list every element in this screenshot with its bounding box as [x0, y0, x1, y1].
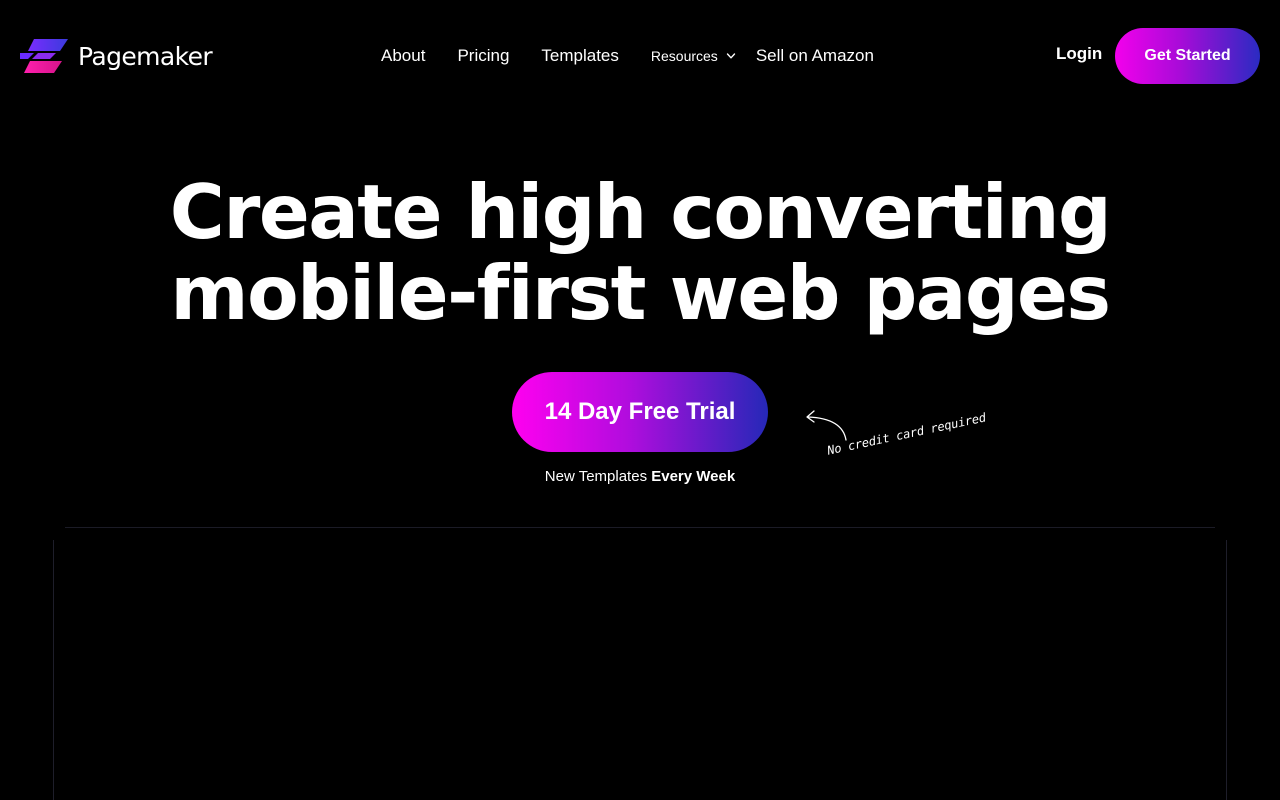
preview-frame	[53, 540, 1227, 800]
free-trial-button[interactable]: 14 Day Free Trial	[512, 372, 768, 452]
nav-about[interactable]: About	[381, 46, 425, 66]
login-link[interactable]: Login	[1056, 44, 1102, 64]
logo-wordmark: Pagemaker	[78, 41, 213, 71]
hero-title-line-1: Create high converting	[169, 168, 1112, 256]
chevron-down-icon	[726, 53, 736, 59]
tagline-emphasis: Every Week	[651, 468, 736, 485]
templates-tagline: New Templates Every Week	[0, 468, 1280, 485]
landing-page: Pagemaker About Pricing Templates Resour…	[0, 0, 1280, 800]
get-started-button[interactable]: Get Started	[1115, 28, 1260, 84]
nav-resources-label: Resources	[650, 48, 718, 64]
hero-title: Create high converting mobile-first web …	[0, 172, 1280, 334]
tagline-prefix: New Templates	[544, 468, 652, 485]
pagemaker-logo-icon	[20, 39, 68, 73]
logo-link[interactable]: Pagemaker	[20, 38, 213, 74]
nav-pricing[interactable]: Pricing	[457, 46, 509, 66]
section-divider	[65, 527, 1215, 528]
hero-title-line-2: mobile-first web pages	[170, 249, 1111, 337]
nav-sell-on-amazon[interactable]: Sell on Amazon	[756, 46, 874, 66]
nav-resources-dropdown[interactable]: Resources	[651, 48, 736, 64]
nav-templates[interactable]: Templates	[541, 46, 618, 66]
site-header: Pagemaker About Pricing Templates Resour…	[0, 0, 1280, 112]
main-nav: About Pricing Templates Resources Sell o…	[381, 44, 874, 68]
